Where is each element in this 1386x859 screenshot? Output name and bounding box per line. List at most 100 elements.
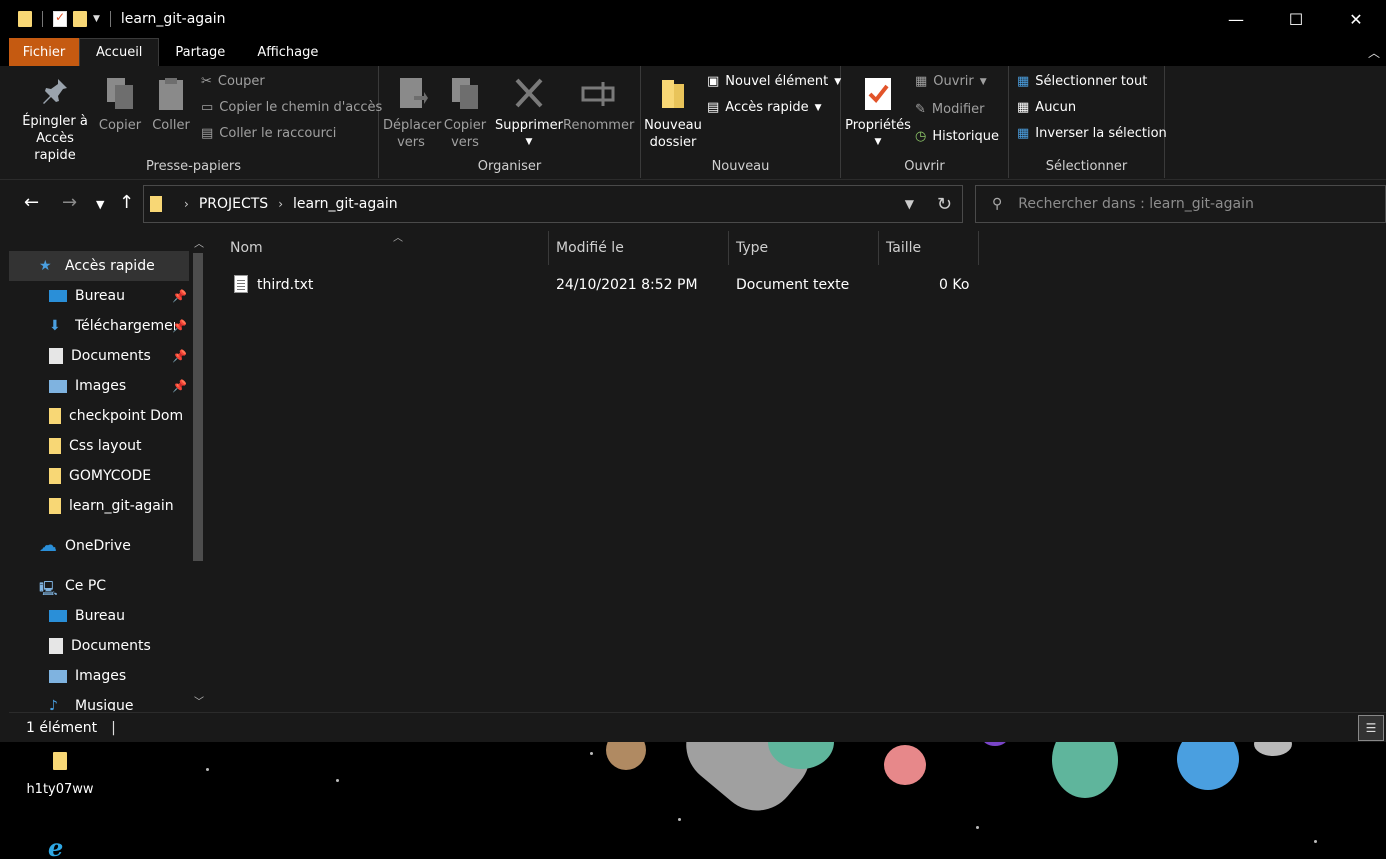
chevron-down-icon[interactable]: ▼ [905,197,914,211]
column-header-size[interactable]: Taille [879,231,979,265]
scroll-down-icon[interactable]: ﹀ [194,693,204,708]
open-button[interactable]: ▦ Ouvrir ▼ [915,74,987,89]
group-organize: Déplacer vers Copier vers Supprimer ▼ Re… [379,66,641,178]
pin-quick-access-button[interactable]: Épingler à Accès rapide [15,76,95,164]
refresh-icon[interactable]: ↻ [937,194,952,215]
maximize-button[interactable]: ☐ [1266,0,1326,38]
select-all-button[interactable]: ▦ Sélectionner tout [1017,74,1147,89]
status-divider: | [111,719,116,736]
address-bar[interactable]: › PROJECTS › learn_git-again ▼ ↻ [143,185,963,223]
chevron-right-icon[interactable]: › [278,197,283,211]
desktop-folder-icon[interactable]: h1ty07ww [22,752,98,797]
rename-button[interactable]: Renommer [563,76,634,134]
delete-button[interactable]: Supprimer ▼ [495,76,563,151]
divider [109,11,111,27]
select-none-button[interactable]: ▦ Aucun [1017,100,1076,115]
close-button[interactable]: ✕ [1326,0,1386,38]
sidebar-item-css-layout[interactable]: Css layout [9,431,189,461]
new-item-button[interactable]: ▣ Nouvel élément ▼ [707,74,841,89]
breadcrumb-current[interactable]: learn_git-again [293,196,398,212]
star-dot [1314,840,1317,843]
copy-button[interactable]: Copier [97,76,143,134]
recent-locations-icon[interactable]: ▼ [96,198,104,211]
sidebar-item-label: Bureau [75,608,125,624]
item-count: 1 élément [26,719,98,736]
move-to-button[interactable]: Déplacer vers [383,76,442,151]
navpane-scrollbar[interactable]: ︿ ﹀ [193,231,205,711]
star-dot [678,818,681,821]
text-file-icon [234,275,248,293]
edit-button[interactable]: ✎ Modifier [915,102,984,117]
cloud-icon: ☁ [39,535,57,556]
details-view-icon[interactable]: ☰ [1358,715,1384,741]
minimize-button[interactable]: — [1206,0,1266,38]
paste-button[interactable]: Coller [149,76,193,134]
quick-access-toolbar: ▼ [0,10,115,27]
cut-button[interactable]: ✂ Couper [201,74,265,89]
copy-to-label-2: vers [451,135,479,150]
sidebar-item-images-pc[interactable]: Images [9,661,189,691]
sidebar-item-label: Images [75,668,127,684]
customize-toolbar-icon[interactable]: ▼ [93,14,100,24]
group-new: Nouveau dossier ▣ Nouvel élément ▼ ▤ Acc… [641,66,841,178]
move-label-1: Déplacer [383,118,442,133]
column-label: Type [736,240,769,256]
sidebar-item-onedrive[interactable]: ☁ OneDrive [9,531,189,561]
new-folder-button[interactable]: Nouveau dossier [643,76,703,151]
table-row[interactable]: third.txt 24/10/2021 8:52 PM Document te… [207,271,987,301]
internet-explorer-icon[interactable]: e [48,833,72,859]
sidebar-item-downloads[interactable]: ⬇ Téléchargements 📌 [9,311,189,341]
folder-icon [53,752,67,770]
new-folder-icon[interactable] [73,11,87,27]
sidebar-item-images[interactable]: Images 📌 [9,371,189,401]
sidebar-item-this-pc[interactable]: 🖳 Ce PC [9,571,189,601]
divider [42,11,43,27]
scrollbar-thumb[interactable] [193,253,203,561]
sidebar-item-gomycode[interactable]: GOMYCODE [9,461,189,491]
sidebar-item-learn-git-again[interactable]: learn_git-again [9,491,189,521]
file-type: Document texte [736,277,850,293]
collapse-ribbon-icon[interactable]: ︿ [1368,44,1380,61]
tab-accueil[interactable]: Accueil [79,38,160,66]
properties-button[interactable]: Propriétés ▼ [845,76,911,151]
tab-affichage[interactable]: Affichage [241,38,334,66]
navigation-pane: ★ Accès rapide Bureau 📌 ⬇ Téléchargement… [9,231,205,711]
easy-access-button[interactable]: ▤ Accès rapide ▼ [707,100,822,115]
tab-fichier[interactable]: Fichier [9,38,79,66]
chevron-right-icon[interactable]: › [184,197,189,211]
column-header-type[interactable]: Type [729,231,879,265]
sidebar-item-documents[interactable]: Documents 📌 [9,341,189,371]
sidebar-item-desktop[interactable]: Bureau 📌 [9,281,189,311]
sort-up-icon: ︿ [393,233,403,244]
copy-to-label-1: Copier [443,118,487,133]
paste-shortcut-button[interactable]: ▤ Coller le raccourci [201,126,336,141]
file-size: 0 Ko [939,277,970,293]
new-item-label: Nouvel élément [725,74,829,89]
scroll-up-icon[interactable]: ︿ [194,235,204,250]
sidebar-item-label: Ce PC [65,578,107,594]
sidebar-item-checkpoint-dom[interactable]: checkpoint Dom [9,401,189,431]
sidebar-item-music-pc[interactable]: ♪ Musique [9,691,189,711]
history-button[interactable]: ◷ Historique [915,129,999,144]
tab-partage[interactable]: Partage [159,38,241,66]
column-header-modified[interactable]: Modifié le [549,231,729,265]
folder-icon [49,438,61,454]
sidebar-item-label: Bureau [75,288,125,304]
column-header-name[interactable]: Nom ︿ [223,231,549,265]
move-label-2: vers [397,135,425,150]
copy-path-button[interactable]: ▭ Copier le chemin d'accès [201,100,382,115]
file-list: Nom ︿ Modifié le Type Taille third.txt 2… [207,231,1386,711]
copy-to-icon [452,78,478,109]
sidebar-item-desktop-pc[interactable]: Bureau [9,601,189,631]
back-arrow-icon[interactable]: ← [24,192,39,213]
up-arrow-icon[interactable]: ↑ [119,192,134,213]
breadcrumb-projects[interactable]: PROJECTS [199,196,268,212]
invert-selection-button[interactable]: ▦ Inverser la sélection [1017,126,1167,141]
sidebar-item-quick-access[interactable]: ★ Accès rapide [9,251,189,281]
forward-arrow-icon[interactable]: → [62,192,77,213]
copy-to-button[interactable]: Copier vers [441,76,489,151]
sidebar-item-documents-pc[interactable]: Documents [9,631,189,661]
search-box[interactable]: ⚲ Rechercher dans : learn_git-again [975,185,1386,223]
properties-icon[interactable] [53,10,67,27]
select-all-label: Sélectionner tout [1035,74,1148,89]
